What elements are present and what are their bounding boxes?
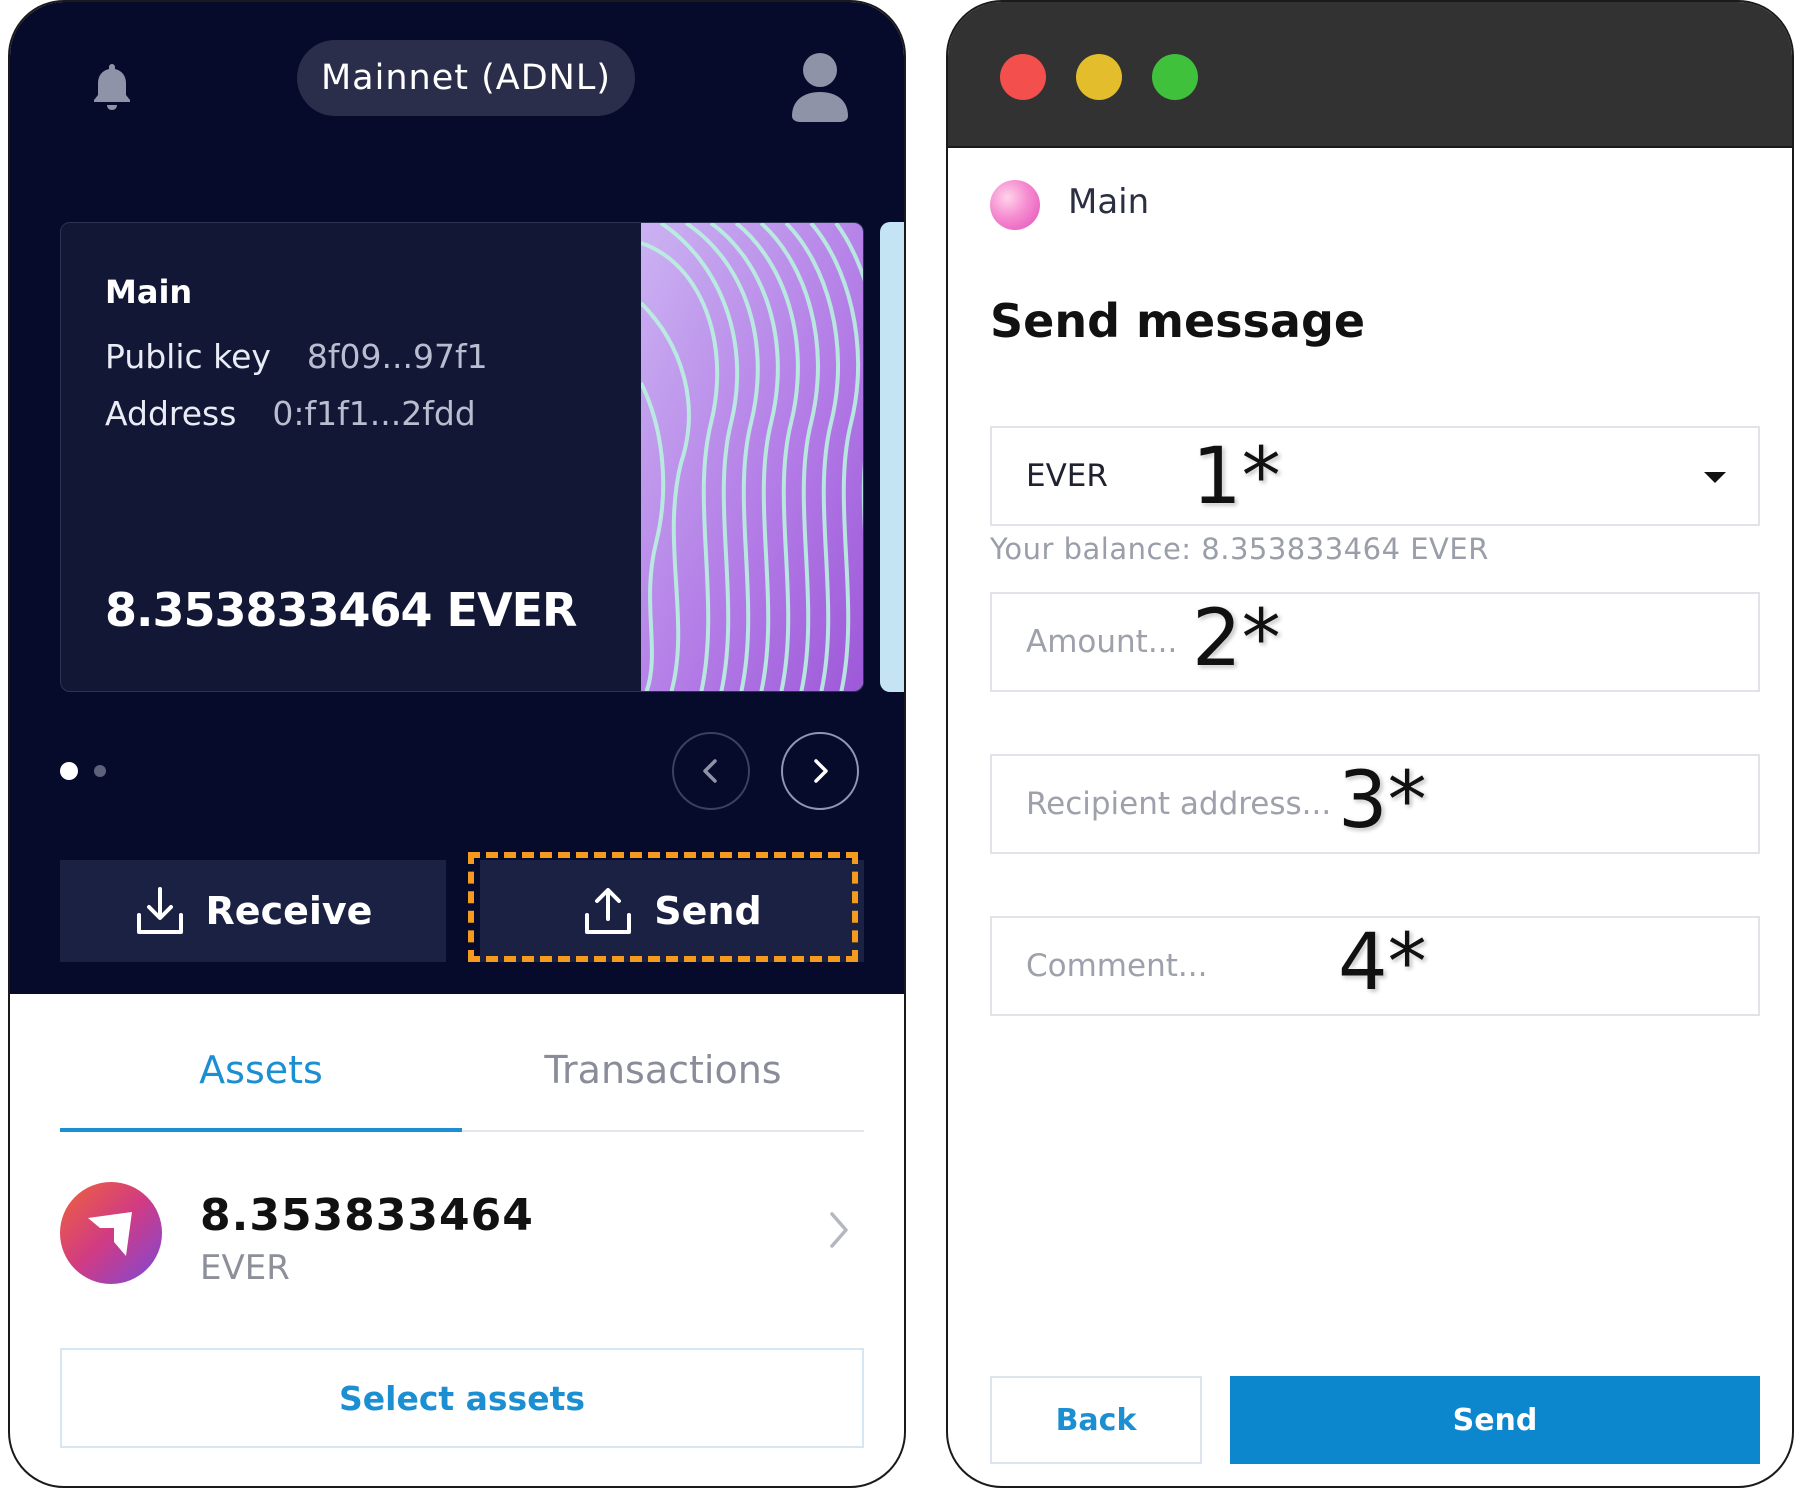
tab-assets[interactable]: Assets bbox=[60, 1012, 462, 1128]
chevron-left-icon bbox=[703, 759, 717, 783]
user-icon[interactable] bbox=[786, 50, 854, 122]
card-wave-pattern bbox=[639, 223, 863, 691]
asset-amount: 8.353833464 bbox=[200, 1190, 534, 1241]
close-window-button[interactable] bbox=[1000, 54, 1046, 100]
step-marker-3: 3* bbox=[1338, 756, 1427, 846]
next-card-button[interactable] bbox=[781, 732, 859, 810]
address-row: Address 0:f1f1...2fdd bbox=[105, 394, 488, 433]
public-key-label: Public key bbox=[105, 337, 271, 376]
account-card-info: Main Public key 8f09...97f1 Address 0:f1f1… bbox=[105, 273, 488, 451]
balance-hint: Your balance: 8.353833464 EVER bbox=[990, 532, 1489, 566]
page-title: Send message bbox=[990, 294, 1366, 348]
pagination-dot[interactable] bbox=[94, 765, 106, 777]
maximize-window-button[interactable] bbox=[1152, 54, 1198, 100]
asset-list-item[interactable]: 8.353833464 EVER bbox=[60, 1182, 864, 1302]
account-balance: 8.353833464 EVER bbox=[105, 583, 577, 637]
bell-icon[interactable] bbox=[82, 58, 142, 118]
next-account-card[interactable] bbox=[880, 222, 904, 692]
asset-symbol: EVER bbox=[200, 1248, 290, 1288]
send-message-window: Main Send message EVER Your balance: 8.3… bbox=[946, 0, 1794, 1488]
send-submit-button[interactable]: Send bbox=[1230, 1376, 1760, 1464]
caret-down-icon bbox=[1704, 472, 1726, 483]
account-avatar bbox=[990, 180, 1040, 230]
upload-icon bbox=[585, 888, 632, 934]
tab-transactions[interactable]: Transactions bbox=[462, 1012, 864, 1128]
chevron-right-icon bbox=[824, 1208, 854, 1256]
token-select[interactable]: EVER bbox=[990, 426, 1760, 526]
wallet-panel: Mainnet (ADNL) Main Public key 8f09...97f… bbox=[8, 0, 906, 1488]
step-marker-1: 1* bbox=[1192, 432, 1281, 522]
card-pagination bbox=[60, 762, 106, 780]
back-button[interactable]: Back bbox=[990, 1376, 1202, 1464]
minimize-window-button[interactable] bbox=[1076, 54, 1122, 100]
chevron-right-icon bbox=[814, 759, 828, 783]
select-assets-button[interactable]: Select assets bbox=[60, 1348, 864, 1448]
pagination-dot-active[interactable] bbox=[60, 762, 78, 780]
send-button[interactable]: Send bbox=[480, 860, 864, 962]
sender-account-name: Main bbox=[1068, 182, 1150, 222]
amount-input[interactable]: Amount... bbox=[990, 592, 1760, 692]
active-tab-indicator bbox=[60, 1128, 462, 1132]
step-marker-2: 2* bbox=[1192, 594, 1281, 684]
step-marker-4: 4* bbox=[1338, 918, 1427, 1008]
window-titlebar bbox=[948, 2, 1792, 148]
send-label: Send bbox=[654, 889, 762, 933]
account-card[interactable]: Main Public key 8f09...97f1 Address 0:f1f1… bbox=[60, 222, 864, 692]
receive-button[interactable]: Receive bbox=[60, 860, 446, 962]
address-label: Address bbox=[105, 394, 237, 433]
public-key-row: Public key 8f09...97f1 bbox=[105, 337, 488, 376]
account-name: Main bbox=[105, 273, 193, 311]
previous-card-button[interactable] bbox=[672, 732, 750, 810]
receive-label: Receive bbox=[205, 889, 373, 933]
ever-token-icon bbox=[60, 1182, 162, 1284]
address-value[interactable]: 0:f1f1...2fdd bbox=[272, 394, 475, 433]
wallet-tabs: Assets Transactions bbox=[60, 1012, 864, 1132]
token-select-value: EVER bbox=[1026, 458, 1108, 494]
wallet-header-area: Mainnet (ADNL) Main Public key 8f09...97f… bbox=[10, 2, 904, 994]
public-key-value[interactable]: 8f09...97f1 bbox=[307, 337, 488, 376]
download-icon bbox=[136, 887, 183, 934]
network-selector[interactable]: Mainnet (ADNL) bbox=[297, 40, 635, 116]
